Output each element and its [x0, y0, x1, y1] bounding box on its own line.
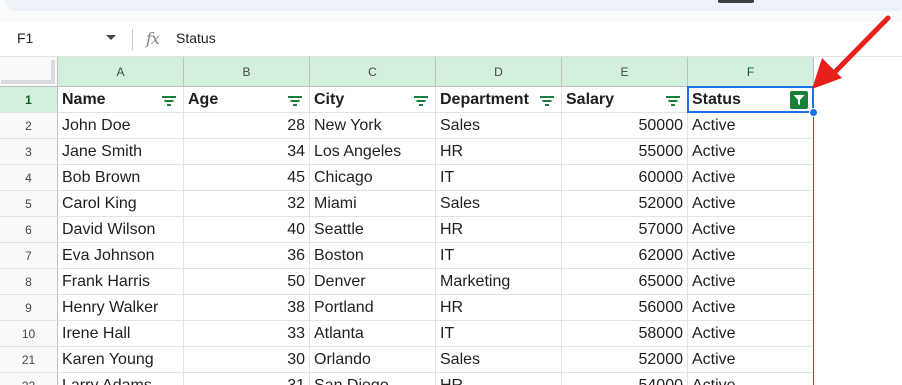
red-arrow-annotation — [812, 15, 891, 89]
